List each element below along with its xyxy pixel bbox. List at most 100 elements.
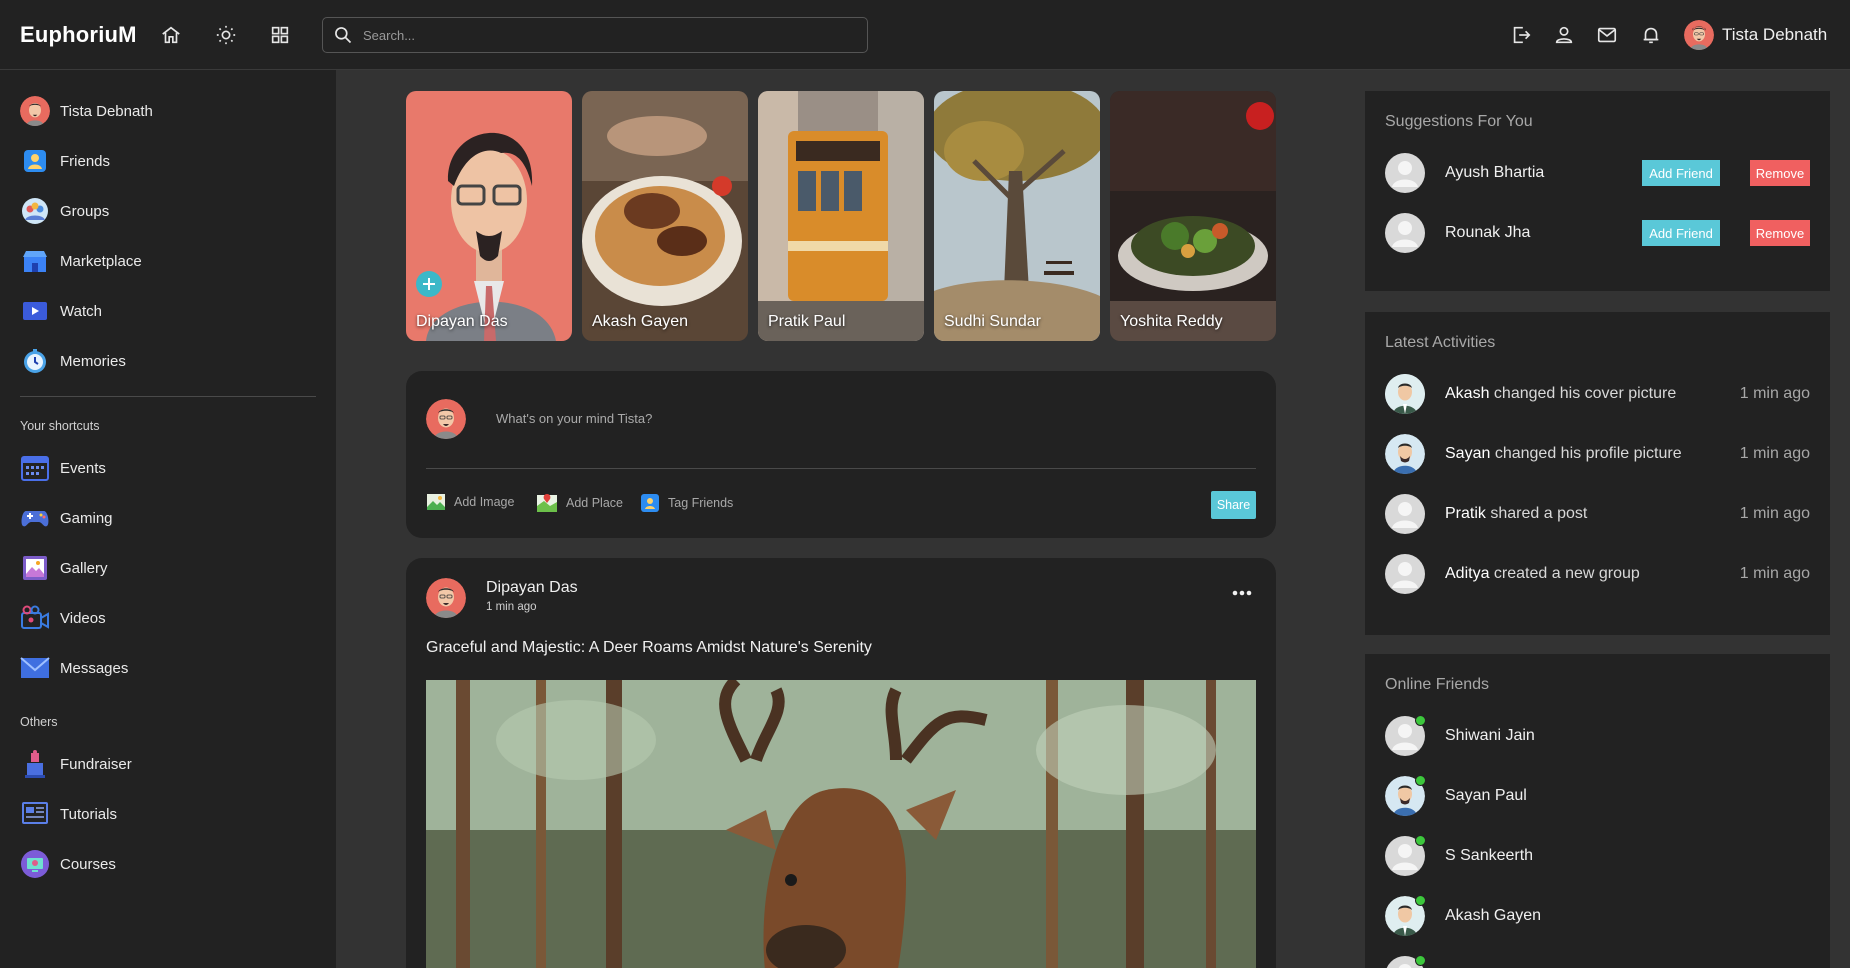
story-card[interactable]: Sudhi Sundar bbox=[934, 91, 1100, 341]
story-card[interactable]: Yoshita Reddy bbox=[1110, 91, 1276, 341]
online-friend-row[interactable]: Shiwani Jain bbox=[1385, 714, 1810, 758]
online-status-icon bbox=[1415, 775, 1426, 786]
share-button[interactable]: Share bbox=[1211, 491, 1256, 519]
post-author[interactable]: Dipayan Das bbox=[486, 579, 578, 597]
remove-button[interactable]: Remove bbox=[1750, 220, 1810, 246]
sidebar-item-friends[interactable]: Friends bbox=[0, 136, 336, 186]
sidebar-item-label: Fundraiser bbox=[60, 755, 132, 773]
activity-user[interactable]: Sayan bbox=[1445, 445, 1490, 462]
watch-icon bbox=[20, 296, 50, 326]
events-icon bbox=[20, 453, 50, 483]
sidebar-item-label: Groups bbox=[60, 202, 110, 220]
user-name: Tista Debnath bbox=[1722, 25, 1828, 44]
compose-divider bbox=[426, 468, 1256, 469]
online-friend-row[interactable]: Akash Gayen bbox=[1385, 894, 1810, 938]
sidebar-item-tutorials[interactable]: Tutorials bbox=[0, 789, 336, 839]
avatar[interactable] bbox=[1385, 374, 1425, 414]
avatar[interactable] bbox=[426, 578, 466, 618]
activity-user[interactable]: Akash bbox=[1445, 385, 1489, 402]
suggestion-name[interactable]: Ayush Bhartia bbox=[1445, 164, 1544, 182]
panel-title: Latest Activities bbox=[1385, 334, 1496, 351]
sidebar-item-messages[interactable]: Messages bbox=[0, 643, 336, 693]
bell-icon[interactable] bbox=[1638, 22, 1664, 48]
friends-icon bbox=[20, 146, 50, 176]
sidebar-item-gaming[interactable]: Gaming bbox=[0, 493, 336, 543]
activity-time: 1 min ago bbox=[1739, 505, 1810, 522]
logout-icon[interactable] bbox=[1508, 22, 1534, 48]
activity-user[interactable]: Pratik bbox=[1445, 505, 1486, 522]
online-friend-row[interactable]: S Sankeerth bbox=[1385, 834, 1810, 878]
gaming-icon bbox=[20, 503, 50, 533]
sidebar-item-label: Gallery bbox=[60, 559, 108, 577]
user-menu[interactable]: Tista Debnath bbox=[1684, 20, 1827, 50]
story-image bbox=[1110, 91, 1276, 341]
sidebar-item-label: Friends bbox=[60, 152, 111, 170]
home-icon[interactable] bbox=[158, 22, 184, 48]
story-image bbox=[758, 91, 924, 341]
story-image bbox=[582, 91, 748, 341]
sidebar-item-label: Tutorials bbox=[60, 805, 117, 823]
more-options-icon[interactable] bbox=[1230, 586, 1254, 600]
sidebar-item-memories[interactable]: Memories bbox=[0, 336, 336, 386]
grid-icon[interactable] bbox=[267, 22, 293, 48]
search-bar[interactable] bbox=[322, 17, 868, 53]
person-icon[interactable] bbox=[1551, 22, 1577, 48]
story-name: Dipayan Das bbox=[416, 313, 508, 330]
story-image bbox=[934, 91, 1100, 341]
top-navbar: EuphoriuM Tista Debnath bbox=[0, 0, 1850, 70]
marketplace-icon bbox=[20, 246, 50, 276]
sidebar-item-watch[interactable]: Watch bbox=[0, 286, 336, 336]
mail-icon[interactable] bbox=[1594, 22, 1620, 48]
tag-friends-button[interactable]: Tag Friends bbox=[640, 493, 733, 513]
sidebar-item-videos[interactable]: Videos bbox=[0, 593, 336, 643]
avatar[interactable] bbox=[1385, 554, 1425, 594]
tag-friends-label: Tag Friends bbox=[668, 496, 734, 510]
avatar[interactable] bbox=[1385, 494, 1425, 534]
activity-time: 1 min ago bbox=[1739, 445, 1810, 462]
avatar[interactable] bbox=[1385, 153, 1425, 193]
avatar[interactable] bbox=[1385, 213, 1425, 253]
add-friend-button[interactable]: Add Friend bbox=[1642, 220, 1720, 246]
gallery-icon bbox=[20, 553, 50, 583]
sidebar-item-fundraiser[interactable]: Fundraiser bbox=[0, 739, 336, 789]
remove-button[interactable]: Remove bbox=[1750, 160, 1810, 186]
sidebar-heading-others: Others bbox=[20, 715, 58, 729]
post-card: Dipayan Das 1 min ago Graceful and Majes… bbox=[406, 558, 1276, 968]
story-name: Akash Gayen bbox=[592, 313, 689, 330]
sidebar-item-label: Watch bbox=[60, 302, 102, 320]
avatar[interactable] bbox=[1385, 434, 1425, 474]
avatar bbox=[20, 96, 50, 126]
post-input[interactable]: What's on your mind Tista? bbox=[496, 411, 652, 426]
suggestion-name[interactable]: Rounak Jha bbox=[1445, 224, 1530, 242]
post-text: Graceful and Majestic: A Deer Roams Amid… bbox=[426, 639, 872, 656]
post-image[interactable] bbox=[426, 680, 1256, 968]
add-friend-button[interactable]: Add Friend bbox=[1642, 160, 1720, 186]
story-card[interactable]: Akash Gayen bbox=[582, 91, 748, 341]
app-logo[interactable]: EuphoriuM bbox=[20, 22, 137, 48]
sidebar-heading-shortcuts: Your shortcuts bbox=[20, 419, 100, 433]
story-card[interactable]: Pratik Paul bbox=[758, 91, 924, 341]
courses-icon bbox=[20, 849, 50, 879]
sidebar-item-gallery[interactable]: Gallery bbox=[0, 543, 336, 593]
add-place-button[interactable]: Add Place bbox=[536, 493, 623, 513]
sidebar-item-profile[interactable]: Tista Debnath bbox=[0, 86, 336, 136]
friend-name: Akash Gayen bbox=[1445, 907, 1542, 924]
activity-row: Akash changed his cover picture 1 min ag… bbox=[1385, 372, 1810, 416]
sidebar-item-events[interactable]: Events bbox=[0, 443, 336, 493]
sidebar-item-marketplace[interactable]: Marketplace bbox=[0, 236, 336, 286]
add-story-icon[interactable] bbox=[416, 271, 442, 297]
avatar bbox=[426, 399, 466, 439]
story-card[interactable]: Dipayan Das bbox=[406, 91, 572, 341]
videos-icon bbox=[20, 603, 50, 633]
sidebar-item-label: Memories bbox=[60, 352, 126, 370]
sidebar-item-courses[interactable]: Courses bbox=[0, 839, 336, 889]
add-image-button[interactable]: Add Image bbox=[426, 493, 514, 511]
online-friend-row[interactable]: Sayan Paul bbox=[1385, 774, 1810, 818]
activity-time: 1 min ago bbox=[1739, 385, 1810, 402]
search-input[interactable] bbox=[363, 27, 843, 43]
sidebar-item-groups[interactable]: Groups bbox=[0, 186, 336, 236]
online-friend-row[interactable] bbox=[1385, 954, 1810, 968]
activity-row: Aditya created a new group 1 min ago bbox=[1385, 552, 1810, 596]
sun-icon[interactable] bbox=[213, 22, 239, 48]
activity-user[interactable]: Aditya bbox=[1445, 565, 1489, 582]
